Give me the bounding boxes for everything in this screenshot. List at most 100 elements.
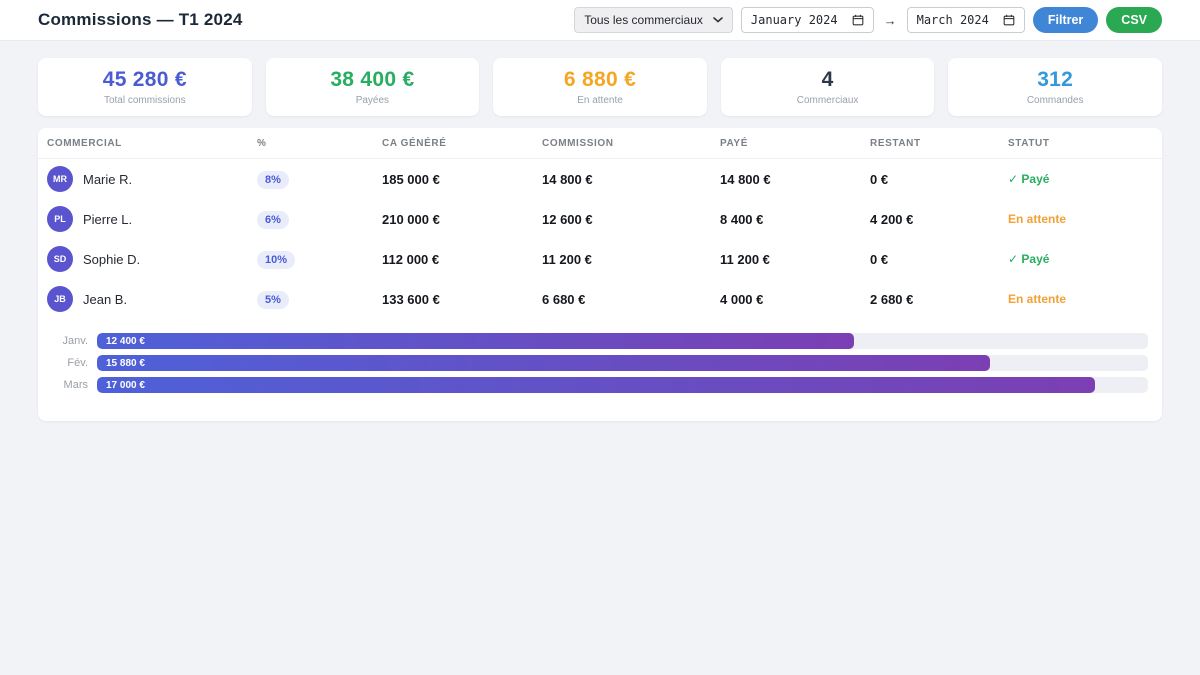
avatar: SD bbox=[47, 246, 73, 272]
table-row: SD Sophie D. 10% 112 000 € 11 200 € 11 2… bbox=[38, 239, 1162, 279]
commission-cell: 11 200 € bbox=[542, 252, 720, 267]
kpi-label: En attente bbox=[577, 95, 623, 106]
column-header-commission: Commission bbox=[542, 138, 720, 149]
commercial-name: Sophie D. bbox=[83, 252, 140, 267]
rate-badge: 6% bbox=[257, 211, 289, 229]
monthly-commissions-chart: Janv. 12 400 € Fév. 15 880 € Mars bbox=[38, 319, 1162, 393]
chevron-down-icon bbox=[713, 17, 723, 23]
kpi-value: 4 bbox=[822, 68, 834, 92]
avatar: PL bbox=[47, 206, 73, 232]
status-badge: ✓ Payé bbox=[1008, 252, 1153, 266]
status-badge: En attente bbox=[1008, 292, 1153, 306]
kpi-value: 38 400 € bbox=[330, 68, 414, 92]
rate-badge: 8% bbox=[257, 171, 289, 189]
kpi-label: Total commissions bbox=[104, 95, 186, 106]
commercial-filter-select[interactable]: Tous les commerciaux bbox=[574, 7, 733, 33]
chart-category-label: Fév. bbox=[54, 357, 88, 369]
rate-badge: 10% bbox=[257, 251, 295, 269]
bar-track: 15 880 € bbox=[97, 355, 1148, 371]
paye-cell: 4 000 € bbox=[720, 292, 870, 307]
kpi-label: Payées bbox=[356, 95, 389, 106]
rate-cell: 10% bbox=[257, 250, 382, 269]
date-from-input[interactable]: January 2024 bbox=[741, 7, 874, 33]
kpi-label: Commandes bbox=[1027, 95, 1084, 106]
kpi-cards: 45 280 € Total commissions 38 400 € Payé… bbox=[38, 58, 1162, 116]
column-header-commercial: Commercial bbox=[47, 138, 257, 149]
paye-cell: 14 800 € bbox=[720, 172, 870, 187]
commission-cell: 6 680 € bbox=[542, 292, 720, 307]
chart-row: Fév. 15 880 € bbox=[54, 355, 1148, 371]
date-to-value: March 2024 bbox=[917, 13, 989, 27]
header-controls: Tous les commerciaux January 2024 → Marc… bbox=[574, 7, 1162, 33]
chart-row: Janv. 12 400 € bbox=[54, 333, 1148, 349]
ca-cell: 210 000 € bbox=[382, 212, 542, 227]
date-to-input[interactable]: March 2024 bbox=[907, 7, 1025, 33]
calendar-icon[interactable] bbox=[1003, 14, 1015, 26]
chart-category-label: Janv. bbox=[54, 335, 88, 347]
bar: 12 400 € bbox=[97, 333, 854, 349]
commission-cell: 12 600 € bbox=[542, 212, 720, 227]
column-header-ca: CA généré bbox=[382, 138, 542, 149]
table-row: MR Marie R. 8% 185 000 € 14 800 € 14 800… bbox=[38, 159, 1162, 199]
column-header-statut: Statut bbox=[1008, 138, 1153, 149]
app-header: Commissions — T1 2024 Tous les commercia… bbox=[0, 0, 1200, 41]
ca-cell: 112 000 € bbox=[382, 252, 542, 267]
status-badge: En attente bbox=[1008, 212, 1153, 226]
chart-row: Mars 17 000 € bbox=[54, 377, 1148, 393]
restant-cell: 0 € bbox=[870, 252, 1008, 267]
commercial-cell: PL Pierre L. bbox=[47, 206, 257, 232]
kpi-commerciaux: 4 Commerciaux bbox=[721, 58, 935, 116]
table-row: PL Pierre L. 6% 210 000 € 12 600 € 8 400… bbox=[38, 199, 1162, 239]
table-row: JB Jean B. 5% 133 600 € 6 680 € 4 000 € … bbox=[38, 279, 1162, 319]
date-range-arrow: → bbox=[882, 13, 899, 28]
csv-export-button[interactable]: CSV bbox=[1106, 7, 1162, 33]
kpi-commandes: 312 Commandes bbox=[948, 58, 1162, 116]
chart-category-label: Mars bbox=[54, 379, 88, 391]
kpi-en-attente: 6 880 € En attente bbox=[493, 58, 707, 116]
rate-cell: 6% bbox=[257, 210, 382, 229]
restant-cell: 2 680 € bbox=[870, 292, 1008, 307]
calendar-icon[interactable] bbox=[852, 14, 864, 26]
restant-cell: 0 € bbox=[870, 172, 1008, 187]
ca-cell: 133 600 € bbox=[382, 292, 542, 307]
bar: 17 000 € bbox=[97, 377, 1095, 393]
rate-cell: 8% bbox=[257, 170, 382, 189]
bar-value-label: 17 000 € bbox=[97, 380, 145, 391]
kpi-total-commissions: 45 280 € Total commissions bbox=[38, 58, 252, 116]
ca-cell: 185 000 € bbox=[382, 172, 542, 187]
column-header-restant: Restant bbox=[870, 138, 1008, 149]
avatar: MR bbox=[47, 166, 73, 192]
commercial-name: Pierre L. bbox=[83, 212, 132, 227]
restant-cell: 4 200 € bbox=[870, 212, 1008, 227]
commercial-cell: MR Marie R. bbox=[47, 166, 257, 192]
commercial-cell: SD Sophie D. bbox=[47, 246, 257, 272]
rate-badge: 5% bbox=[257, 291, 289, 309]
kpi-label: Commerciaux bbox=[797, 95, 859, 106]
commissions-panel: Commercial % CA généré Commission Payé R… bbox=[38, 128, 1162, 421]
main-content: 45 280 € Total commissions 38 400 € Payé… bbox=[0, 41, 1200, 421]
paye-cell: 11 200 € bbox=[720, 252, 870, 267]
bar-track: 12 400 € bbox=[97, 333, 1148, 349]
rate-cell: 5% bbox=[257, 290, 382, 309]
column-header-paye: Payé bbox=[720, 138, 870, 149]
avatar: JB bbox=[47, 286, 73, 312]
page-title: Commissions — T1 2024 bbox=[38, 10, 243, 30]
commercial-name: Jean B. bbox=[83, 292, 127, 307]
bar: 15 880 € bbox=[97, 355, 990, 371]
commercial-cell: JB Jean B. bbox=[47, 286, 257, 312]
column-header-rate: % bbox=[257, 138, 382, 149]
commercial-name: Marie R. bbox=[83, 172, 132, 187]
commission-cell: 14 800 € bbox=[542, 172, 720, 187]
filter-button[interactable]: Filtrer bbox=[1033, 7, 1098, 33]
paye-cell: 8 400 € bbox=[720, 212, 870, 227]
bar-track: 17 000 € bbox=[97, 377, 1148, 393]
table-header-row: Commercial % CA généré Commission Payé R… bbox=[38, 128, 1162, 159]
commercial-filter-value: Tous les commerciaux bbox=[584, 13, 703, 27]
bar-value-label: 12 400 € bbox=[97, 336, 145, 347]
date-from-value: January 2024 bbox=[751, 13, 838, 27]
status-badge: ✓ Payé bbox=[1008, 172, 1153, 186]
kpi-payees: 38 400 € Payées bbox=[266, 58, 480, 116]
kpi-value: 6 880 € bbox=[564, 68, 636, 92]
kpi-value: 312 bbox=[1037, 68, 1073, 92]
bar-value-label: 15 880 € bbox=[97, 358, 145, 369]
